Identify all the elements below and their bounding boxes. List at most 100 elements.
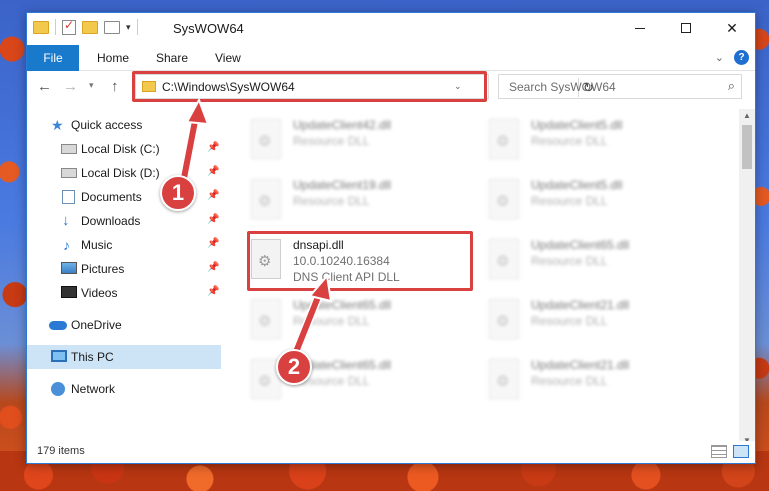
pin-icon[interactable]: 📌 [207, 214, 219, 225]
divider [55, 19, 56, 35]
status-bar: 179 items [27, 441, 755, 463]
sidebar-item-label: Downloads [81, 214, 141, 228]
help-icon[interactable]: ? [734, 50, 749, 65]
highlight-box-address [132, 71, 487, 102]
tab-share[interactable]: Share [156, 45, 188, 71]
sidebar-item-label: Pictures [81, 262, 125, 276]
sidebar-item-label: OneDrive [71, 318, 122, 332]
file-name: UpdateClient21.dll [531, 298, 630, 312]
up-arrow-icon[interactable]: ↑ [111, 78, 119, 95]
folder-icon [33, 20, 49, 34]
sidebar-item-music[interactable]: ♪ Music 📌 [27, 233, 221, 257]
details-view-icon[interactable] [711, 445, 727, 458]
file-description: Resource DLL [293, 134, 370, 148]
pin-icon[interactable]: 📌 [207, 190, 219, 201]
file-name: UpdateClient65.dll [293, 298, 392, 312]
network-icon [51, 382, 65, 396]
sidebar-item-label: Music [81, 238, 113, 252]
file-description: Resource DLL [531, 254, 608, 268]
vertical-scrollbar[interactable]: ▲ ▼ [739, 109, 755, 447]
computer-icon [51, 350, 67, 362]
file-description: Resource DLL [531, 314, 608, 328]
dll-file-icon [251, 119, 281, 159]
minimize-button[interactable] [617, 13, 663, 43]
search-placeholder: Search SysWOW64 [509, 80, 616, 94]
file-name: UpdateClient42.dll [293, 118, 392, 132]
divider [136, 19, 138, 35]
forward-arrow-icon[interactable]: → [63, 78, 78, 95]
dll-file-icon [489, 299, 519, 339]
sidebar-item-network[interactable]: Network [27, 377, 221, 401]
chevron-down-icon[interactable]: ⌄ [715, 51, 724, 64]
sidebar-item-local-disk-c[interactable]: Local Disk (C:) 📌 [27, 137, 221, 161]
scrollbar-thumb[interactable] [742, 125, 752, 169]
tab-home[interactable]: Home [97, 45, 129, 71]
dll-file-icon [489, 119, 519, 159]
tab-file[interactable]: File [27, 45, 79, 71]
file-item[interactable]: UpdateClient21.dll Resource DLL [481, 295, 705, 351]
drive-icon [61, 168, 77, 178]
sidebar-item-label: Videos [81, 286, 118, 300]
sidebar-item-videos[interactable]: Videos 📌 [27, 281, 221, 305]
tab-view[interactable]: View [215, 45, 241, 71]
sidebar-item-downloads[interactable]: ↓ Downloads 📌 [27, 209, 221, 233]
file-item[interactable]: UpdateClient19.dll Resource DLL [243, 175, 467, 231]
pin-icon[interactable]: 📌 [207, 238, 219, 249]
dll-file-icon [251, 299, 281, 339]
pin-icon[interactable]: 📌 [207, 142, 219, 153]
file-description: Resource DLL [293, 314, 370, 328]
drive-icon [61, 144, 77, 154]
file-item[interactable]: UpdateClient5.dll Resource DLL [481, 175, 705, 231]
title-bar: ▾ SysWOW64 ✕ [27, 13, 755, 45]
sidebar-item-onedrive[interactable]: OneDrive [27, 313, 221, 337]
file-description: Resource DLL [531, 194, 608, 208]
quick-access-toolbar: ▾ [33, 18, 138, 35]
pin-icon[interactable]: 📌 [207, 262, 219, 273]
scroll-up-icon[interactable]: ▲ [743, 111, 751, 120]
window-controls: ✕ [617, 13, 755, 43]
file-name: UpdateClient5.dll [531, 178, 623, 192]
sidebar-item-label: Documents [81, 190, 142, 204]
file-item[interactable]: UpdateClient65.dll Resource DLL [481, 235, 705, 291]
file-item[interactable]: UpdateClient21.dll Resource DLL [481, 355, 705, 411]
highlight-box-dnsapi [247, 231, 473, 291]
properties-icon[interactable] [62, 18, 76, 35]
search-icon[interactable]: ⌕ [728, 78, 735, 94]
search-input[interactable]: Search SysWOW64 ⌕ [498, 74, 742, 99]
maximize-button[interactable] [663, 13, 709, 43]
file-description: Resource DLL [531, 374, 608, 388]
pictures-icon [61, 262, 77, 274]
explorer-window: ▾ SysWOW64 ✕ File Home Share View ⌄ ? ← … [26, 12, 756, 464]
documents-icon [62, 190, 75, 204]
ribbon-tabs: File Home Share View ⌄ ? [27, 45, 755, 71]
back-arrow-icon[interactable]: ← [37, 78, 52, 95]
callout-badge-1: 1 [160, 175, 196, 211]
pin-icon[interactable]: 📌 [207, 166, 219, 177]
sidebar-item-pictures[interactable]: Pictures 📌 [27, 257, 221, 281]
sidebar-item-this-pc[interactable]: This PC [27, 345, 221, 369]
file-name: UpdateClient19.dll [293, 178, 392, 192]
file-item[interactable]: UpdateClient5.dll Resource DLL [481, 115, 705, 171]
file-name: UpdateClient5.dll [531, 118, 623, 132]
tiles-view-icon[interactable] [733, 445, 749, 458]
videos-icon [61, 286, 77, 298]
file-item[interactable]: UpdateClient42.dll Resource DLL [243, 115, 467, 171]
customize-view-icon[interactable] [104, 20, 120, 34]
sidebar-item-label: Local Disk (D:) [81, 166, 160, 180]
file-description: Resource DLL [293, 194, 370, 208]
dll-file-icon [489, 239, 519, 279]
dll-file-icon [489, 359, 519, 399]
pin-icon[interactable]: 📌 [207, 286, 219, 297]
file-name: UpdateClient65.dll [531, 238, 630, 252]
sidebar-item-quick-access[interactable]: ★ Quick access [27, 113, 221, 137]
recent-locations-chevron-icon[interactable]: ▾ [89, 80, 94, 91]
navigation-pane: ★ Quick access Local Disk (C:) 📌 Local D… [27, 109, 221, 429]
star-icon: ★ [51, 117, 64, 133]
new-folder-icon[interactable] [82, 20, 98, 34]
chevron-down-icon[interactable]: ▾ [126, 22, 131, 33]
window-title: SysWOW64 [173, 21, 244, 36]
address-row: ← → ▾ ↑ C:\Windows\SysWOW64 ⌄ ↻ Search S… [27, 71, 755, 103]
music-icon: ♪ [63, 237, 70, 253]
close-button[interactable]: ✕ [709, 13, 755, 43]
file-item[interactable]: UpdateClient65.dll Resource DLL [243, 295, 467, 351]
